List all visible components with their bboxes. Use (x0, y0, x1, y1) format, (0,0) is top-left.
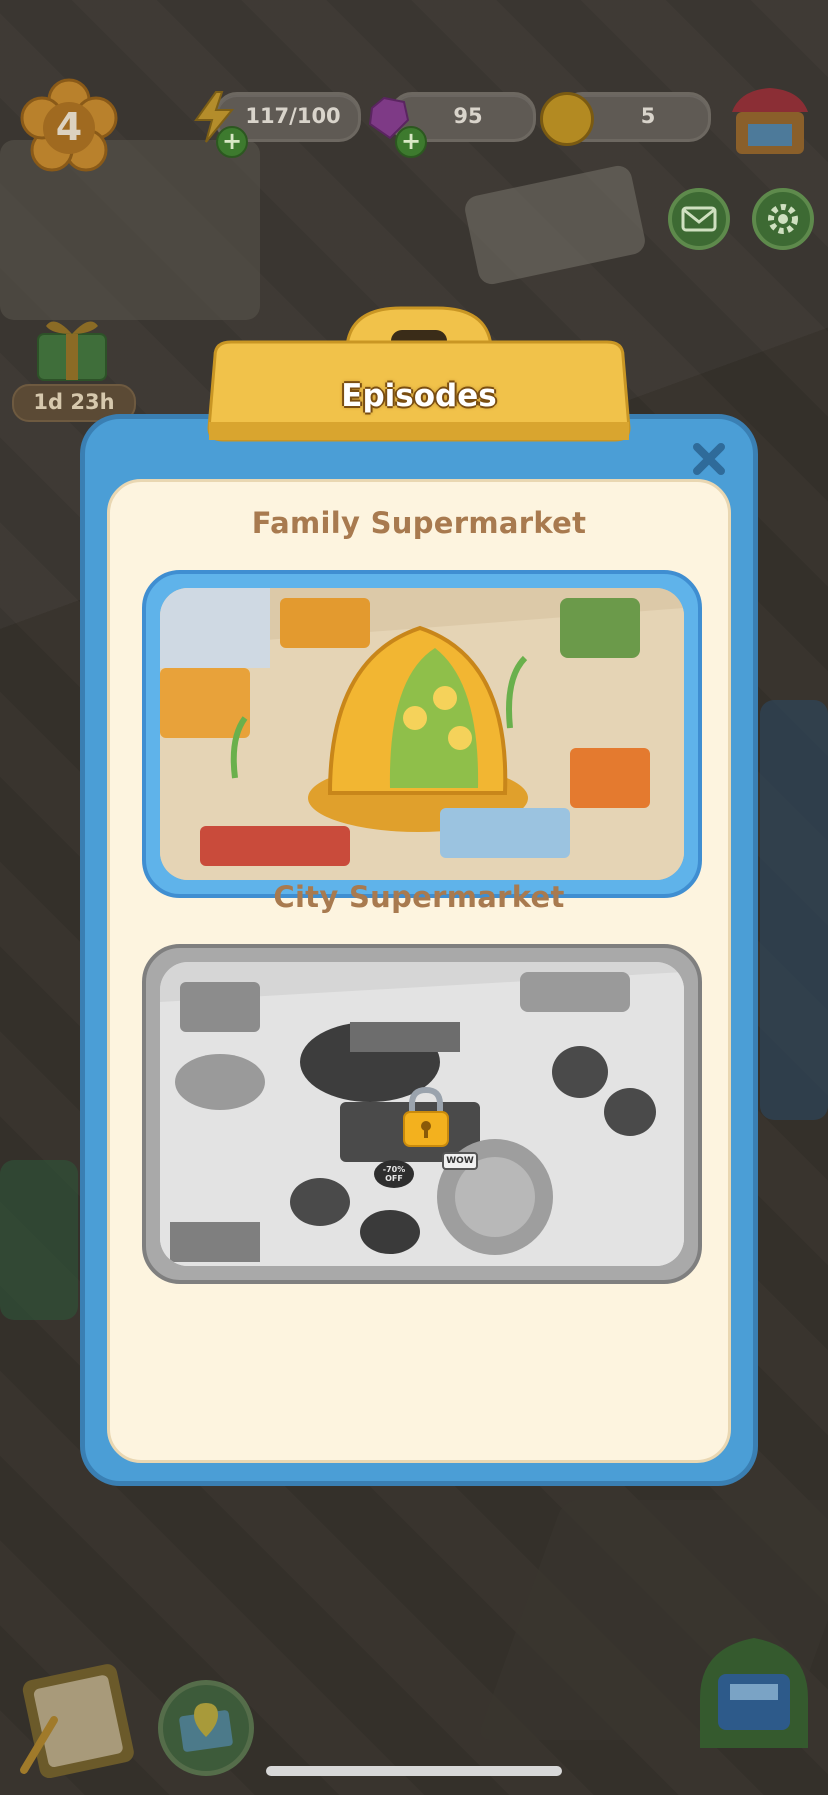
episodes-dialog: Family Supermarket City Supermarket -70%… (80, 414, 758, 1486)
episode-card-city-supermarket[interactable]: -70% OFF WOW (142, 944, 702, 1284)
discount-sign: -70% OFF (374, 1160, 414, 1188)
map-icon (179, 1703, 233, 1752)
clipboard-clip (207, 306, 631, 442)
map-button[interactable] (158, 1680, 254, 1776)
close-icon (693, 443, 725, 475)
gift-icon[interactable] (32, 312, 112, 382)
energy-value: 117/100 (245, 104, 341, 128)
lock-icon (400, 1086, 452, 1148)
tasks-button[interactable] (14, 1660, 136, 1779)
gems-value: 95 (453, 104, 483, 128)
episode-title-city: City Supermarket (273, 880, 565, 914)
home-indicator[interactable] (266, 1766, 562, 1776)
episode-title-family: Family Supermarket (251, 506, 587, 540)
episode-preview-image (160, 588, 684, 880)
mail-button[interactable] (668, 188, 730, 250)
energy-add-button[interactable]: + (216, 126, 248, 158)
family-supermarket-scene (160, 588, 684, 880)
close-button[interactable] (689, 439, 729, 479)
background-door (0, 1160, 78, 1320)
cash-register-button[interactable] (690, 1628, 818, 1758)
coin-icon (540, 92, 594, 146)
envelope-icon (681, 206, 717, 232)
background-counter (760, 700, 828, 1120)
episodes-header: Episodes (201, 306, 637, 446)
settings-button[interactable] (752, 188, 814, 250)
clipboard-icon (20, 1664, 134, 1779)
wow-sign: WOW (442, 1152, 478, 1170)
episodes-list: Family Supermarket City Supermarket -70%… (107, 479, 731, 1463)
coins-value: 5 (640, 104, 656, 128)
episode-card-family-supermarket[interactable] (142, 570, 702, 898)
dialog-title: Episodes (341, 378, 497, 414)
episode-preview-image-locked: -70% OFF WOW (160, 962, 684, 1266)
shop-icon[interactable] (730, 84, 810, 158)
level-badge[interactable]: 4 (20, 78, 118, 176)
level-number: 4 (55, 105, 83, 149)
gear-icon (768, 204, 798, 234)
cash-register-icon (700, 1638, 808, 1748)
gems-add-button[interactable]: + (395, 126, 427, 158)
